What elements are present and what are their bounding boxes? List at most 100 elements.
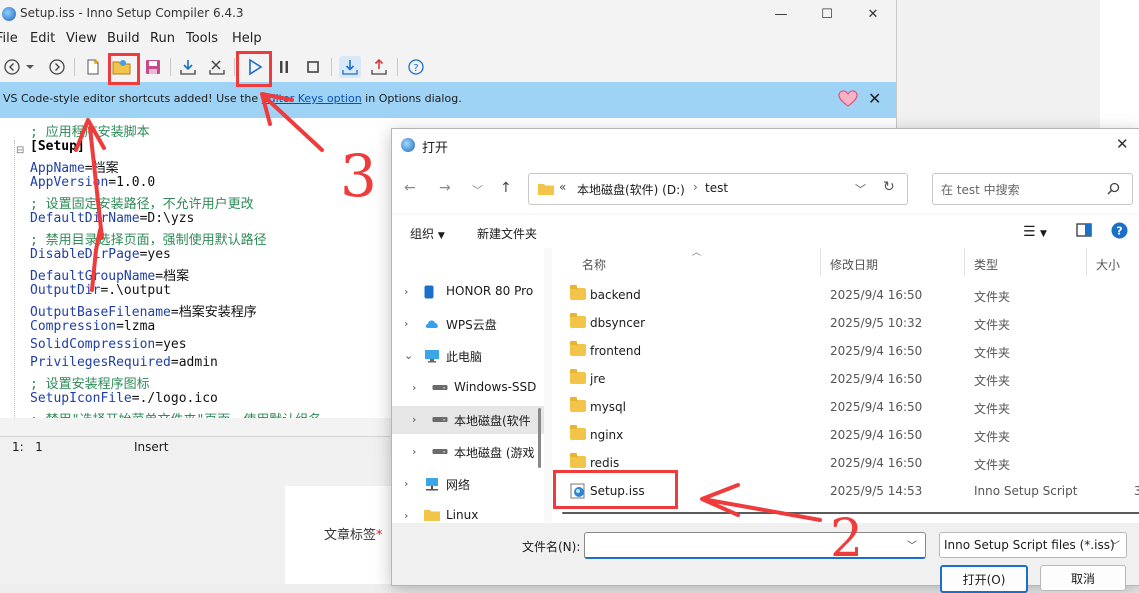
file-row[interactable]: redis 2025/9/4 16:50 文件夹 [552,449,1139,477]
code-line[interactable]: DefaultGroupName=档案 [30,265,189,284]
nav-item[interactable]: › 网络 [392,470,544,498]
code-line[interactable]: ; 应用程序安装脚本 [30,121,150,140]
compile-icon[interactable] [177,56,199,78]
code-line[interactable]: [Setup] [30,139,85,154]
code-line[interactable]: Compression=lzma [30,319,155,334]
column-name[interactable]: 名称 [582,256,606,273]
run-icon[interactable] [244,56,266,78]
search-box[interactable]: 在 test 中搜索 [932,173,1133,205]
expand-chevron-icon[interactable]: › [404,509,408,522]
help-icon[interactable]: ? [405,56,427,78]
editor-keys-link[interactable]: Editor Keys option [262,92,362,105]
back-icon[interactable] [1,56,23,78]
menu-run[interactable]: Run [150,31,175,46]
preview-pane-icon[interactable] [1076,223,1092,240]
file-row[interactable]: jre 2025/9/4 16:50 文件夹 [552,365,1139,393]
target-icon[interactable] [339,56,361,78]
new-folder-button[interactable]: 新建文件夹 [477,225,537,242]
code-line[interactable]: SolidCompression=yes [30,337,187,352]
code-line[interactable]: ; 设置安装程序图标 [30,373,150,392]
dialog-help-icon[interactable]: ? [1111,222,1128,242]
menu-file[interactable]: File [0,31,18,46]
forward-icon[interactable] [46,56,68,78]
code-line[interactable]: AppVersion=1.0.0 [30,175,155,190]
expand-chevron-icon[interactable]: › [404,285,408,298]
filename-input[interactable]: ﹀ [584,532,926,559]
nav-item[interactable]: › WPS云盘 [392,310,544,338]
menu-edit[interactable]: Edit [30,31,55,46]
code-line[interactable]: AppName=档案 [30,157,119,176]
code-line[interactable]: OutputDir=.\output [30,283,171,298]
refresh-icon[interactable]: ↻ [883,179,895,195]
menu-help[interactable]: Help [232,31,262,46]
filename-dropdown-icon[interactable]: ﹀ [907,537,917,552]
address-dropdown-icon[interactable]: ﹀ [855,181,866,197]
nav-item[interactable]: › 本地磁盘(软件 [392,406,544,434]
column-size[interactable]: 大小 [1096,256,1120,273]
expand-chevron-icon[interactable]: › [412,445,416,458]
code-line[interactable]: ; 禁用"选择开始菜单文件夹"页面，使用默认组名 [30,409,321,418]
nav-item[interactable]: ⌄ 此电脑 [392,342,544,370]
address-segment-folder[interactable]: test [705,181,728,195]
organize-button[interactable]: 组织 ▼ [410,225,445,242]
code-line[interactable]: PrivilegesRequired=admin [30,355,218,370]
nav-item[interactable]: › Windows-SSD [392,374,544,402]
code-line[interactable]: OutputBaseFilename=档案安装程序 [30,301,257,320]
stop-compile-icon[interactable] [206,56,228,78]
nav-item[interactable]: › HONOR 80 Pro [392,278,544,306]
file-row[interactable]: frontend 2025/9/4 16:50 文件夹 [552,337,1139,365]
maximize-button[interactable]: ☐ [804,0,850,28]
file-row[interactable]: nginx 2025/9/4 16:50 文件夹 [552,421,1139,449]
inno-title-bar[interactable]: Setup.iss - Inno Setup Compiler 6.4.3 — … [0,0,896,28]
expand-chevron-icon[interactable]: › [404,477,408,490]
pause-icon[interactable] [273,56,295,78]
address-bar[interactable]: « 本地磁盘(软件) (D:) › test ﹀ ↻ [528,173,908,205]
heart-icon[interactable] [838,90,858,111]
save-icon[interactable] [142,56,164,78]
file-row[interactable]: mysql 2025/9/4 16:50 文件夹 [552,393,1139,421]
nav-forward-icon[interactable]: → [439,180,451,196]
cancel-button[interactable]: 取消 [1040,565,1126,591]
nav-pane-scrollbar[interactable] [538,408,541,468]
nav-item[interactable]: › Linux [392,502,544,523]
code-line[interactable]: DisableDirPage=yes [30,247,171,262]
menu-view[interactable]: View [66,31,97,46]
column-type[interactable]: 类型 [974,256,998,273]
minimize-button[interactable]: — [758,0,804,28]
code-line[interactable]: DefaultDirName=D:\yzs [30,211,194,226]
menu-tools[interactable]: Tools [186,31,218,46]
file-row[interactable]: Setup.iss 2025/9/5 14:53 Inno Setup Script… [552,477,1139,505]
address-segment-drive[interactable]: 本地磁盘(软件) (D:) [577,181,685,198]
expand-chevron-icon[interactable]: › [412,413,416,426]
file-list-hscrollbar[interactable] [562,512,1139,514]
filter-dropdown-icon[interactable]: ﹀ [1110,537,1120,552]
code-line[interactable]: ; 设置固定安装路径，不允许用户更改 [30,193,254,212]
menu-build[interactable]: Build [107,31,140,46]
upload-icon[interactable] [368,56,390,78]
expand-chevron-icon[interactable]: › [404,317,408,330]
nav-back-icon[interactable]: ← [404,180,416,196]
file-type-filter[interactable]: Inno Setup Script files (*.iss) ﹀ [939,532,1127,558]
nav-item[interactable]: › 本地磁盘 (游戏 [392,438,544,466]
code-line[interactable]: SetupIconFile=./logo.ico [30,391,218,406]
collapse-chevron-icon[interactable]: ⌄ [404,349,413,362]
address-overflow[interactable]: « [559,180,566,194]
file-row[interactable]: dbsyncer 2025/9/5 10:32 文件夹 [552,309,1139,337]
expand-chevron-icon[interactable]: › [412,381,416,394]
search-icon[interactable] [1107,182,1120,195]
code-line[interactable]: ; 禁用目录选择页面，强制使用默认路径 [30,229,267,248]
dialog-title-bar[interactable]: 打开 ✕ [392,129,1139,161]
nav-up-icon[interactable]: ↑ [500,180,512,196]
open-button[interactable]: 打开(O) [940,565,1028,593]
dropdown-icon[interactable] [23,56,37,78]
open-file-icon[interactable] [111,56,133,78]
file-row[interactable]: backend 2025/9/4 16:50 文件夹 [552,281,1139,309]
new-file-icon[interactable] [82,56,104,78]
terminate-icon[interactable] [302,56,324,78]
recent-locations-icon[interactable]: ﹀ [472,182,483,198]
search-input[interactable]: 在 test 中搜索 [941,181,1020,198]
fold-marker-icon[interactable]: ⊟ [16,145,24,156]
view-options-icon[interactable]: ☰ ▼ [1023,224,1047,240]
column-date[interactable]: 修改日期 [830,256,878,273]
close-button[interactable]: ✕ [850,0,896,28]
